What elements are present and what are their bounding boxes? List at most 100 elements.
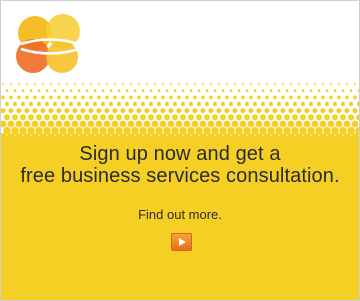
halftone-dot — [73, 95, 77, 100]
halftone-dot — [300, 114, 306, 121]
halftone-dot — [119, 120, 127, 128]
halftone-dot — [271, 120, 279, 128]
halftone-dot — [35, 126, 43, 135]
halftone-dot — [323, 126, 331, 135]
halftone-dot — [191, 120, 199, 128]
halftone-dot — [178, 83, 180, 85]
halftone-dot — [320, 108, 326, 114]
halftone-dot — [93, 89, 97, 93]
halftone-dot — [148, 101, 154, 107]
halftone-dot — [330, 83, 332, 85]
halftone-dot — [196, 114, 202, 121]
halftone-dot — [130, 83, 132, 85]
halftone-dot — [58, 83, 60, 85]
halftone-dot — [177, 95, 181, 100]
halftone-dot — [244, 101, 250, 107]
halftone-dot — [147, 126, 155, 135]
halftone-dot — [332, 114, 338, 121]
halftone-dot — [253, 89, 257, 93]
halftone-dot — [106, 83, 108, 85]
halftone-dot — [324, 114, 330, 121]
halftone-dot — [354, 83, 356, 85]
halftone-dot — [83, 126, 91, 135]
halftone-dot — [139, 126, 147, 135]
headline-line-1: Sign up now and get a — [79, 143, 281, 165]
halftone-dot — [77, 89, 81, 93]
halftone-dot — [52, 101, 58, 107]
find-out-more-link[interactable]: Find out more. — [1, 207, 359, 223]
halftone-dot — [57, 95, 61, 100]
halftone-dot — [269, 89, 273, 93]
halftone-dot — [274, 83, 276, 85]
halftone-dot — [336, 108, 342, 114]
halftone-dot — [353, 95, 357, 100]
halftone-dot — [229, 89, 233, 93]
halftone-dot — [162, 83, 164, 85]
play-button[interactable] — [171, 233, 192, 251]
halftone-dot — [188, 114, 194, 121]
halftone-dot — [28, 101, 34, 107]
halftone-dot — [242, 83, 244, 85]
halftone-dot — [215, 120, 223, 128]
halftone-dot — [155, 126, 163, 135]
halftone-dot — [7, 120, 15, 128]
halftone-dot — [55, 120, 63, 128]
halftone-dot — [207, 120, 215, 128]
headline: Sign up now and get a free business serv… — [1, 143, 359, 187]
halftone-dot — [64, 108, 70, 114]
halftone-dot — [18, 83, 20, 85]
halftone-dot — [149, 89, 153, 93]
halftone-dot — [218, 83, 220, 85]
halftone-dot — [220, 114, 226, 121]
halftone-dot — [288, 108, 294, 114]
halftone-dot — [52, 114, 58, 121]
halftone-dot — [183, 120, 191, 128]
halftone-dot — [298, 83, 300, 85]
halftone-dot — [303, 120, 311, 128]
halftone-dot — [97, 95, 101, 100]
halftone-dot — [40, 108, 46, 114]
halftone-dot — [12, 101, 18, 107]
halftone-dot — [337, 95, 341, 100]
halftone-dot — [5, 89, 9, 93]
halftone-dot — [305, 95, 309, 100]
halftone-dot — [19, 126, 27, 135]
halftone-dot — [125, 89, 129, 93]
halftone-dot — [268, 101, 274, 107]
halftone-dot — [49, 95, 53, 100]
halftone-dot — [115, 126, 123, 135]
halftone-dot — [217, 95, 221, 100]
halftone-dot — [210, 83, 212, 85]
halftone-dot — [45, 89, 49, 93]
halftone-dot — [203, 126, 211, 135]
halftone-dot — [180, 101, 186, 107]
halftone-dot — [116, 114, 122, 121]
halftone-dot — [285, 89, 289, 93]
halftone-dot — [313, 95, 317, 100]
halftone-dot — [84, 101, 90, 107]
halftone-dot — [261, 89, 265, 93]
halftone-dot — [250, 83, 252, 85]
advertisement-banner[interactable]: Sign up now and get a free business serv… — [0, 0, 360, 301]
halftone-dot — [232, 108, 238, 114]
halftone-dot — [144, 108, 150, 114]
halftone-dot — [193, 95, 197, 100]
halftone-dot — [211, 126, 219, 135]
halftone-dot — [120, 108, 126, 114]
halftone-dot — [306, 83, 308, 85]
halftone-dot — [245, 89, 249, 93]
halftone-dot — [332, 101, 338, 107]
halftone-dot — [201, 95, 205, 100]
halftone-dot — [85, 89, 89, 93]
halftone-dot — [121, 95, 125, 100]
halftone-dot — [204, 114, 210, 121]
halftone-dot — [36, 114, 42, 121]
halftone-dot — [168, 108, 174, 114]
halftone-dot — [316, 101, 322, 107]
halftone-dot — [53, 89, 57, 93]
halftone-dot — [79, 120, 87, 128]
halftone-dot — [321, 95, 325, 100]
halftone-dot — [221, 89, 225, 93]
halftone-dot — [239, 120, 247, 128]
halftone-dot — [132, 114, 138, 121]
